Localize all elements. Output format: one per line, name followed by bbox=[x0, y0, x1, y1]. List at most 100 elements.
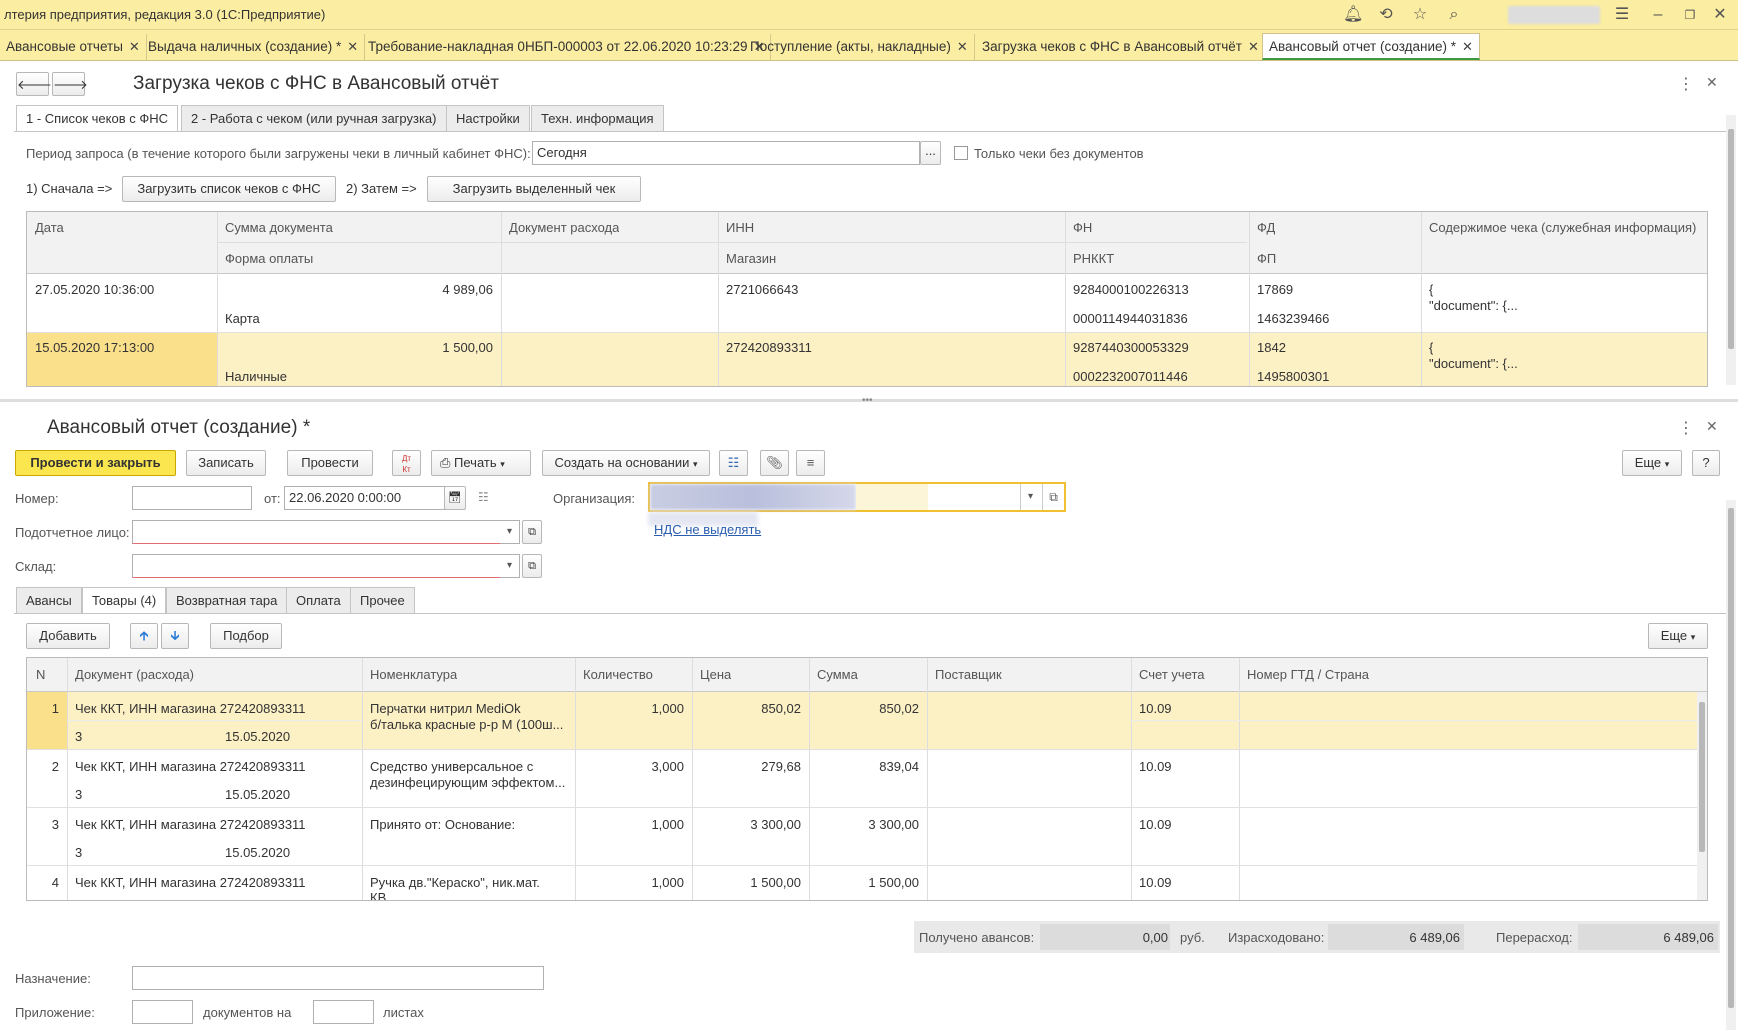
period-input[interactable]: Сегодня bbox=[532, 141, 920, 165]
add-button[interactable]: Добавить bbox=[26, 623, 110, 649]
vat-link[interactable]: НДС не выделять bbox=[654, 522, 761, 537]
search-icon[interactable]: ⌕ bbox=[1444, 5, 1464, 25]
user-avatar[interactable] bbox=[1508, 6, 1600, 24]
attachment-docs-input[interactable] bbox=[132, 1000, 193, 1024]
purpose-label: Назначение: bbox=[15, 971, 91, 986]
tab-returnable-packaging[interactable]: Возвратная тара bbox=[166, 587, 288, 614]
cell-nomenclature: Принято от: Основание: bbox=[370, 817, 516, 832]
tab-payment[interactable]: Оплата bbox=[286, 587, 351, 614]
chevron-down-icon: ▾ bbox=[500, 459, 505, 469]
col-pay-form: Форма оплаты bbox=[225, 251, 314, 266]
close-icon[interactable]: ✕ bbox=[129, 39, 140, 54]
cell-qty: 3,000 bbox=[651, 759, 684, 774]
warehouse-input[interactable] bbox=[132, 554, 502, 578]
tab-requirement-invoice[interactable]: Требование-накладная 0НБП-000003 от 22.0… bbox=[362, 34, 772, 61]
load-selected-check-button[interactable]: Загрузить выделенный чек bbox=[427, 176, 641, 202]
tab-check-work[interactable]: 2 - Работа с чеком (или ручная загрузка) bbox=[181, 105, 447, 132]
create-based-on-button[interactable]: Создать на основании ▾ bbox=[542, 450, 710, 476]
document-list-icon[interactable]: ≡ bbox=[796, 450, 825, 476]
tab-receipts[interactable]: Поступление (акты, накладные) ✕ bbox=[744, 34, 975, 61]
chevron-down-icon: ▾ bbox=[1664, 459, 1670, 469]
page-title: Загрузка чеков с ФНС в Авансовый отчёт bbox=[133, 73, 499, 94]
history-icon[interactable]: ⟲ bbox=[1376, 5, 1396, 25]
more-button[interactable]: Еще ▾ bbox=[1622, 450, 1682, 476]
chevron-down-icon[interactable]: ▾ bbox=[1020, 484, 1040, 510]
purpose-input[interactable] bbox=[132, 966, 544, 990]
top-scrollbar[interactable] bbox=[1726, 115, 1736, 385]
tab-cash-issue[interactable]: Выдача наличных (создание) * ✕ bbox=[142, 34, 366, 61]
save-button[interactable]: Записать bbox=[186, 450, 266, 476]
structure-icon[interactable]: ☷ bbox=[719, 450, 748, 476]
cell-n: 3 bbox=[51, 817, 59, 832]
cell-nomenclature: б/талька красные р-р M (100ш... bbox=[370, 717, 564, 732]
scroll-thumb[interactable] bbox=[1699, 702, 1705, 852]
forward-button[interactable]: 🡒 bbox=[52, 72, 88, 96]
scroll-thumb[interactable] bbox=[1728, 508, 1734, 1008]
number-input[interactable] bbox=[132, 486, 252, 510]
post-and-close-button[interactable]: Провести и закрыть bbox=[15, 450, 176, 476]
comment-icon[interactable]: ☷ bbox=[478, 490, 489, 504]
pick-button[interactable]: Подбор bbox=[210, 623, 282, 649]
cell-doc: Чек ККТ, ИНН магазина 272420893311 bbox=[75, 875, 306, 890]
cell-doc: Чек ККТ, ИНН магазина 272420893311 bbox=[75, 759, 306, 774]
close-icon[interactable]: ✕ bbox=[1248, 39, 1259, 54]
load-checks-list-button[interactable]: Загрузить список чеков с ФНС bbox=[122, 176, 336, 202]
close-icon[interactable]: ✕ bbox=[347, 39, 358, 54]
organization-input[interactable] bbox=[648, 482, 1066, 512]
close-icon[interactable]: ✕ bbox=[1462, 39, 1473, 54]
accountable-person-input[interactable] bbox=[132, 520, 502, 544]
splitter-handle-icon[interactable]: ••• bbox=[862, 395, 873, 406]
close-window-icon[interactable]: ✕ bbox=[1710, 5, 1730, 25]
menu-icon[interactable]: ☰ bbox=[1612, 5, 1632, 25]
tab-tech-info[interactable]: Техн. информация bbox=[531, 105, 664, 132]
col-nomenclature: Номенклатура bbox=[370, 667, 458, 682]
tab-goods[interactable]: Товары (4) bbox=[82, 587, 167, 614]
restore-icon[interactable]: ❐ bbox=[1680, 5, 1700, 25]
cell-content: { bbox=[1429, 282, 1434, 297]
help-button[interactable]: ? bbox=[1692, 450, 1720, 476]
bottom-scrollbar[interactable] bbox=[1726, 500, 1736, 1030]
move-up-icon[interactable]: 🡱 bbox=[130, 623, 158, 649]
tab-advance-reports[interactable]: Авансовые отчеты ✕ bbox=[0, 34, 147, 61]
more-vertical-icon[interactable]: ⋮ bbox=[1678, 418, 1694, 438]
tab-advances[interactable]: Авансы bbox=[16, 587, 82, 614]
tab-label: Выдача наличных (создание) * bbox=[148, 39, 342, 54]
cell-qty: 1,000 bbox=[651, 701, 684, 716]
post-button[interactable]: Провести bbox=[287, 450, 373, 476]
col-rnkkt: РНККТ bbox=[1073, 251, 1115, 266]
table-scrollbar[interactable] bbox=[1697, 692, 1707, 900]
dt-kt-button[interactable]: Дт Кт bbox=[392, 450, 421, 476]
table-more-button[interactable]: Еще ▾ bbox=[1648, 623, 1708, 649]
print-button[interactable]: ⎙ Печать ▾ bbox=[431, 450, 531, 476]
accountable-person-label: Подотчетное лицо: bbox=[15, 525, 130, 540]
close-icon[interactable]: ✕ bbox=[1706, 74, 1718, 91]
cell-fn: 9284000100226313 bbox=[1073, 282, 1189, 297]
tab-advance-report-create[interactable]: Авансовый отчет (создание) * ✕ bbox=[1262, 33, 1480, 60]
date-input[interactable]: 22.06.2020 0:00:00 bbox=[284, 486, 446, 510]
bell-icon[interactable]: 🔔︎ bbox=[1343, 5, 1363, 25]
close-icon[interactable]: ✕ bbox=[1706, 418, 1718, 435]
scroll-thumb[interactable] bbox=[1728, 129, 1734, 349]
tab-other[interactable]: Прочее bbox=[350, 587, 415, 614]
minimize-icon[interactable]: – bbox=[1648, 5, 1668, 25]
chevron-down-icon[interactable]: ▾ bbox=[500, 554, 520, 578]
tab-settings[interactable]: Настройки bbox=[446, 105, 530, 132]
cell-n: 4 bbox=[51, 875, 59, 890]
open-icon[interactable]: ⧉ bbox=[522, 520, 542, 544]
more-vertical-icon[interactable]: ⋮ bbox=[1678, 74, 1694, 94]
open-icon[interactable]: ⧉ bbox=[522, 554, 542, 578]
tab-checks-list[interactable]: 1 - Список чеков с ФНС bbox=[16, 105, 179, 132]
star-icon[interactable]: ☆ bbox=[1410, 5, 1430, 25]
cell-fd: 17869 bbox=[1257, 282, 1294, 297]
close-icon[interactable]: ✕ bbox=[957, 39, 968, 54]
attachment-sheets-input[interactable] bbox=[313, 1000, 374, 1024]
back-button[interactable]: 🡐 bbox=[16, 72, 52, 96]
move-down-icon[interactable]: 🡳 bbox=[161, 623, 189, 649]
only-no-docs-checkbox[interactable] bbox=[954, 146, 968, 160]
chevron-down-icon[interactable]: ▾ bbox=[500, 520, 520, 544]
calendar-icon[interactable]: 📅︎ bbox=[444, 486, 466, 510]
open-icon[interactable]: ⧉ bbox=[1042, 484, 1064, 510]
paperclip-icon[interactable]: 📎︎ bbox=[760, 450, 789, 476]
period-select-button[interactable]: ... bbox=[920, 141, 941, 165]
tab-fns-checks[interactable]: Загрузка чеков с ФНС в Авансовый отчёт ✕ bbox=[976, 34, 1266, 61]
